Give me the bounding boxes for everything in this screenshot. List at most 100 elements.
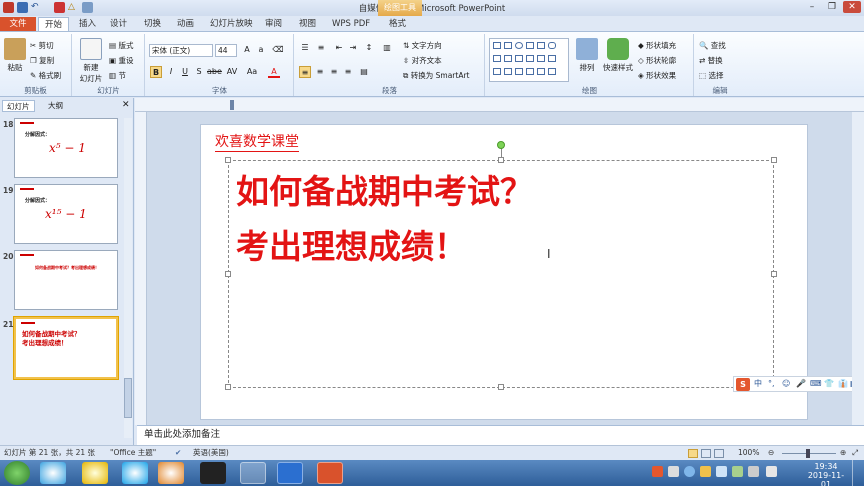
shape-bracket-icon[interactable] <box>504 55 512 62</box>
ime-punct-icon[interactable]: °, <box>768 377 775 391</box>
taskbar-powerpoint-icon[interactable] <box>317 462 343 484</box>
tab-design[interactable]: 设计 <box>104 17 133 31</box>
sogou-logo-icon[interactable]: S <box>736 378 750 391</box>
resize-handle[interactable] <box>225 271 231 277</box>
reading-view-icon[interactable] <box>714 449 724 458</box>
show-desktop-button[interactable] <box>852 460 864 486</box>
tab-slideshow[interactable]: 幻灯片放映 <box>204 17 259 31</box>
shrink-font-icon[interactable]: a <box>255 44 267 56</box>
paste-button[interactable]: 粘贴 <box>3 38 27 73</box>
text-direction-button[interactable]: ⇅ 文字方向 <box>403 40 442 51</box>
taskbar-wps-icon[interactable] <box>277 462 303 484</box>
increase-indent-icon[interactable]: ⇥ <box>347 42 359 54</box>
zoom-in-icon[interactable]: ⊕ <box>840 446 846 460</box>
shape-triangle-icon[interactable] <box>493 55 501 62</box>
taskbar-recorder-icon[interactable] <box>200 462 226 484</box>
align-text-button[interactable]: ⇳ 对齐文本 <box>403 55 442 66</box>
font-size-field[interactable]: 44 <box>215 44 237 57</box>
tray-flag-icon[interactable] <box>748 466 759 477</box>
tab-home[interactable]: 开始 <box>38 17 70 31</box>
resize-handle[interactable] <box>771 157 777 163</box>
slide-thumbnail-21[interactable]: 如何备战期中考试？ 考出理想成绩！ <box>13 316 119 380</box>
tray-keyboard-icon[interactable] <box>668 466 679 477</box>
align-center-button[interactable]: ≡ <box>314 66 326 78</box>
shape-effects-button[interactable]: ◈ 形状效果 <box>638 70 676 81</box>
replace-button[interactable]: ⇄ 替换 <box>699 55 723 66</box>
spacing-button[interactable]: AV <box>226 66 238 78</box>
ruler-indent-marker-icon[interactable] <box>230 100 234 110</box>
taskbar-clock[interactable]: 19:34 2019-11-01 <box>805 462 847 486</box>
resize-handle[interactable] <box>498 157 504 163</box>
tray-network-icon[interactable] <box>684 466 695 477</box>
shape-rounded-rect-icon[interactable] <box>548 42 556 49</box>
justify-button[interactable]: ≡ <box>342 66 354 78</box>
rotation-handle[interactable] <box>497 141 505 149</box>
columns-icon[interactable]: ▥ <box>381 42 393 54</box>
close-pane-icon[interactable]: ✕ <box>122 100 130 110</box>
notes-placeholder[interactable]: 单击此处添加备注 <box>137 425 864 445</box>
shape-curve-icon[interactable] <box>515 55 523 62</box>
arrange-button[interactable]: 排列 <box>574 38 600 73</box>
tray-battery-icon[interactable] <box>732 466 743 477</box>
format-painter-button[interactable]: ✎ 格式刷 <box>30 70 61 81</box>
ime-chinese-mode[interactable]: 中 <box>754 377 762 391</box>
distribute-button[interactable]: ▤ <box>358 66 370 78</box>
resize-handle[interactable] <box>771 271 777 277</box>
find-button[interactable]: 🔍 查找 <box>699 40 726 51</box>
slide-sorter-view-icon[interactable] <box>701 449 711 458</box>
tab-insert[interactable]: 插入 <box>73 17 102 31</box>
underline-button[interactable]: U <box>179 66 191 78</box>
new-slide-button[interactable]: 新建 幻灯片 <box>77 38 105 84</box>
taskbar-qq-icon[interactable] <box>82 462 108 484</box>
normal-view-icon[interactable] <box>688 449 698 458</box>
layout-button[interactable]: ▤ 版式 <box>109 40 133 51</box>
slide-thumbnail-18[interactable]: 分解因式： x⁵ − 1 <box>14 118 118 178</box>
language-status[interactable]: 英语(美国) <box>193 446 229 460</box>
title-textbox[interactable]: 如何备战期中考试？ 考出理想成绩！ <box>228 160 774 388</box>
reset-button[interactable]: ▣ 重设 <box>109 55 133 66</box>
shape-rectangle-icon[interactable] <box>493 42 501 49</box>
tab-slides[interactable]: 幻灯片 <box>2 100 35 112</box>
select-button[interactable]: ⬚ 选择 <box>699 70 723 81</box>
editor-vertical-scrollbar[interactable] <box>852 112 864 425</box>
tab-format[interactable]: 格式 <box>383 17 412 31</box>
align-right-button[interactable]: ≡ <box>328 66 340 78</box>
shape-heart-icon[interactable] <box>526 68 534 75</box>
tab-outline[interactable]: 大纲 <box>44 100 67 112</box>
slides-pane-scrollbar[interactable] <box>124 118 132 438</box>
tray-sogou-icon[interactable] <box>652 466 663 477</box>
slide-title-line1[interactable]: 如何备战期中考试？ <box>236 165 533 213</box>
italic-button[interactable]: I <box>165 66 177 78</box>
shapes-gallery[interactable] <box>489 38 569 82</box>
tray-display-icon[interactable] <box>766 466 777 477</box>
bullets-icon[interactable]: ☰ <box>299 42 311 54</box>
clear-format-icon[interactable]: ⌫ <box>272 44 284 56</box>
shape-connector-icon[interactable] <box>526 55 534 62</box>
grow-font-icon[interactable]: A <box>241 44 253 56</box>
shape-star-icon[interactable] <box>537 55 545 62</box>
change-case-button[interactable]: Aa <box>246 66 258 78</box>
tab-transitions[interactable]: 切换 <box>138 17 167 31</box>
tab-wps-pdf[interactable]: WPS PDF <box>326 17 376 31</box>
smartart-button[interactable]: ⧉ 转换为 SmartArt <box>403 70 469 81</box>
section-button[interactable]: ▥ 节 <box>109 70 126 81</box>
ime-voice-icon[interactable]: 🎤 <box>796 377 806 391</box>
resize-handle[interactable] <box>225 384 231 390</box>
ime-emoji-icon[interactable]: ☺ <box>782 377 790 391</box>
fit-to-window-icon[interactable]: ⤢ <box>852 446 858 460</box>
ime-skin-icon[interactable]: 👕 <box>824 377 834 391</box>
ime-toolbox-icon[interactable]: 👔 <box>838 377 848 391</box>
tab-view[interactable]: 视图 <box>293 17 322 31</box>
cut-button[interactable]: ✂ 剪切 <box>30 40 54 51</box>
spellcheck-icon[interactable]: ✔ <box>175 446 181 460</box>
shape-line-icon[interactable] <box>526 42 534 49</box>
line-spacing-icon[interactable]: ↕ <box>363 42 375 54</box>
zoom-level[interactable]: 100% <box>738 446 759 460</box>
taskbar-firefox-icon[interactable] <box>158 462 184 484</box>
copy-button[interactable]: ❐ 复制 <box>30 55 54 66</box>
shape-textbox-icon[interactable] <box>504 42 512 49</box>
tray-shield-icon[interactable] <box>700 466 711 477</box>
numbering-icon[interactable]: ≡ <box>315 42 327 54</box>
tab-review[interactable]: 审阅 <box>259 17 288 31</box>
resize-handle[interactable] <box>225 157 231 163</box>
